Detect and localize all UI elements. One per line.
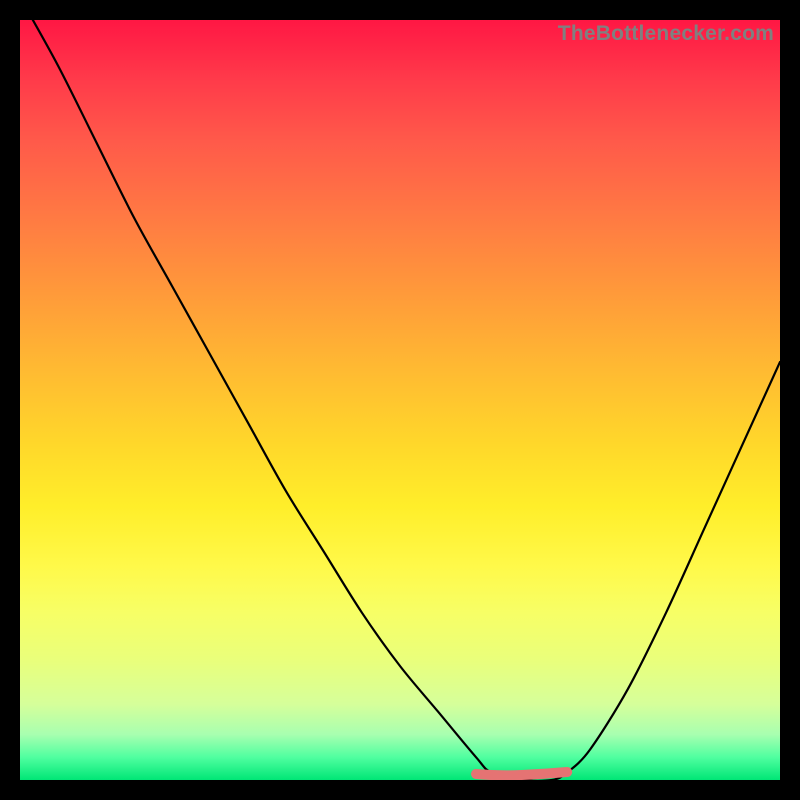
optimal-range-marker bbox=[476, 772, 567, 775]
plot-area: TheBottlenecker.com bbox=[20, 20, 780, 780]
marker-layer bbox=[20, 20, 780, 780]
watermark-text: TheBottlenecker.com bbox=[558, 22, 774, 46]
chart-frame: TheBottlenecker.com bbox=[0, 0, 800, 800]
